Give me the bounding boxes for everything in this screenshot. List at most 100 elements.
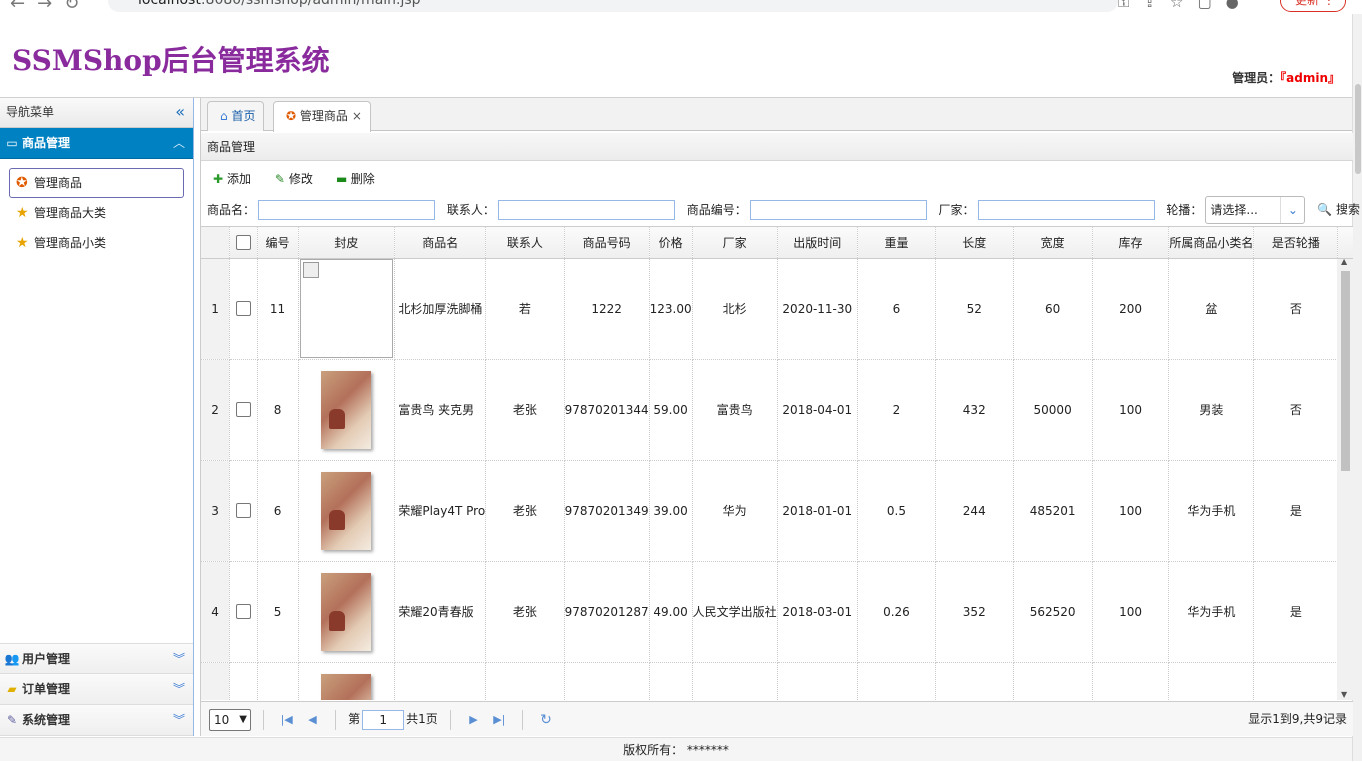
cell-category: 华为手机: [1168, 460, 1255, 562]
collapse-icon[interactable]: «: [175, 97, 185, 126]
maker-input[interactable]: [977, 200, 1155, 220]
page-scroll-thumb[interactable]: [1355, 84, 1361, 174]
cell-maker: 华为: [692, 460, 778, 562]
last-page-icon[interactable]: ▶|: [488, 703, 510, 737]
page-scrollbar[interactable]: [1352, 14, 1362, 761]
broken-image-icon: [299, 259, 393, 358]
refresh-icon[interactable]: ↻: [535, 703, 557, 737]
column-header[interactable]: 价格: [649, 227, 693, 259]
column-header[interactable]: 库存: [1092, 227, 1170, 259]
next-page-icon[interactable]: ▶: [462, 703, 484, 737]
chevron-double-down-icon[interactable]: ︾: [173, 644, 185, 674]
column-header[interactable]: 商品号码: [564, 227, 650, 259]
table-row[interactable]: 3 6 荣耀Play4T Pro 老张 97870201349 39.00 华为 2018-0…: [201, 460, 1353, 562]
address-bar[interactable]: localhost:8080/ssmshop/admin/main.jsp: [108, 0, 1118, 12]
add-button[interactable]: ✚ 添加: [209, 168, 251, 190]
table-row[interactable]: 4 5 荣耀20青春版 老张 97870201287 49.00 人民文学出版社 2018-0…: [201, 561, 1353, 663]
column-header[interactable]: 宽度: [1013, 227, 1093, 259]
cell-maker: 富贵鸟: [692, 359, 778, 461]
back-icon[interactable]: ←: [10, 0, 37, 14]
column-header[interactable]: 联系人: [485, 227, 565, 259]
cell-weight: [857, 662, 936, 700]
scroll-down-icon[interactable]: ▼: [1341, 690, 1347, 699]
column-header[interactable]: 编号: [257, 227, 299, 259]
page-prefix: 第: [348, 712, 361, 726]
cover-cell: [298, 359, 396, 461]
star-icon: ★: [16, 235, 29, 251]
close-icon[interactable]: ×: [352, 109, 362, 123]
select-all-checkbox[interactable]: [235, 234, 251, 250]
cell-width: 562520: [1013, 561, 1093, 663]
extension-icon[interactable]: ▢: [1197, 0, 1225, 11]
tab-manage-products[interactable]: ✪ 管理商品 ×: [273, 101, 371, 132]
book-cover-image: [321, 370, 372, 449]
name-input[interactable]: [258, 200, 436, 220]
tab-home[interactable]: ⌂ 首页: [207, 101, 265, 131]
cell-maker: 人民文学出版社: [692, 561, 778, 663]
contact-label: 联系人：: [446, 202, 495, 217]
edit-button[interactable]: ✎ 修改: [271, 168, 313, 190]
search-button[interactable]: 🔍 搜索: [1317, 203, 1360, 217]
browser-icons: ⚿⇪☆▢●: [1118, 0, 1253, 11]
reload-icon[interactable]: ↻: [64, 0, 91, 14]
share-icon[interactable]: ⇪: [1143, 0, 1170, 11]
sidebar-item-manage-products[interactable]: ✪ 管理商品: [9, 168, 184, 198]
contact-input[interactable]: [497, 200, 675, 220]
carousel-select[interactable]: 请选择... ⌄: [1205, 196, 1306, 224]
forward-icon[interactable]: →: [37, 0, 64, 14]
code-input[interactable]: [749, 200, 927, 220]
page-size-select[interactable]: 10 ▼: [209, 708, 251, 731]
chevron-double-down-icon[interactable]: ︾: [173, 674, 185, 704]
key-icon[interactable]: ⚿: [1118, 0, 1143, 11]
search-icon: 🔍: [1317, 202, 1333, 217]
star-bookmark-icon[interactable]: ☆: [1170, 0, 1197, 11]
column-header[interactable]: 厂家: [692, 227, 778, 259]
section-order-management[interactable]: ▰ 订单管理 ︾: [0, 674, 193, 705]
chevron-up-icon[interactable]: ︿: [173, 128, 185, 158]
delete-button[interactable]: ▬ 删除: [333, 168, 375, 190]
row-checkbox[interactable]: [235, 402, 251, 417]
grid-scrollbar[interactable]: ▲ ▼: [1337, 257, 1353, 700]
search-label: 搜索: [1336, 202, 1361, 217]
prev-page-icon[interactable]: ◀: [301, 703, 323, 737]
column-header[interactable]: 长度: [935, 227, 1014, 259]
cell-stock: 100: [1092, 460, 1170, 562]
column-header[interactable]: 所属商品小类名: [1168, 227, 1255, 259]
cell-stock: 100: [1092, 561, 1170, 663]
browser-nav: ←→↻: [10, 0, 91, 14]
table-row[interactable]: 1 11 北杉加厚洗脚桶若 1222 123.00 北杉 2020-11-30 6 52 60 20…: [201, 258, 1353, 360]
column-header[interactable]: 出版时间: [777, 227, 859, 259]
cell-length: 244: [935, 460, 1014, 562]
cell-price: 49.00: [649, 561, 693, 663]
sidebar-item-manage-big-categories[interactable]: ★ 管理商品大类: [9, 198, 184, 228]
section-user-management[interactable]: 👥 用户管理 ︾: [0, 643, 193, 674]
cell-maker: [692, 662, 778, 700]
chevron-double-down-icon[interactable]: ︾: [173, 705, 185, 735]
first-page-icon[interactable]: |◀: [276, 703, 298, 737]
row-number: 4: [201, 561, 231, 663]
table-row[interactable]: 2 8 富贵鸟 夹克男 老张 97870201344 59.00 富贵鸟 2018-04-01…: [201, 359, 1353, 461]
row-checkbox[interactable]: [235, 503, 251, 518]
update-button[interactable]: 更新 ⋮: [1280, 0, 1346, 12]
page-number-input[interactable]: 1: [362, 709, 405, 730]
column-header[interactable]: 重量: [857, 227, 936, 259]
cell-contact: 老张: [485, 561, 565, 663]
profile-icon[interactable]: ●: [1226, 0, 1253, 11]
grid-scroll-thumb[interactable]: [1341, 271, 1350, 471]
table-row[interactable]: [201, 662, 1353, 700]
column-header[interactable]: 商品名: [394, 227, 487, 259]
scroll-up-icon[interactable]: ▲: [1341, 257, 1347, 266]
sidebar-item-manage-small-categories[interactable]: ★ 管理商品小类: [9, 228, 184, 258]
section-product-management[interactable]: ▭ 商品管理 ︿: [0, 128, 193, 159]
chevron-down-icon[interactable]: ⌄: [1280, 197, 1304, 223]
admin-label: 管理员：: [1232, 71, 1281, 85]
row-checkbox[interactable]: [235, 604, 251, 619]
url-host: localhost: [138, 0, 201, 8]
section-system-management[interactable]: ✎ 系统管理 ︾: [0, 705, 193, 736]
column-header[interactable]: 封皮: [298, 227, 396, 259]
column-header[interactable]: 是否轮播: [1253, 227, 1339, 259]
chevron-down-icon: ▼: [239, 713, 247, 725]
cell-contact: [485, 662, 565, 700]
row-select-cell: [229, 561, 258, 663]
row-checkbox[interactable]: [235, 301, 251, 316]
